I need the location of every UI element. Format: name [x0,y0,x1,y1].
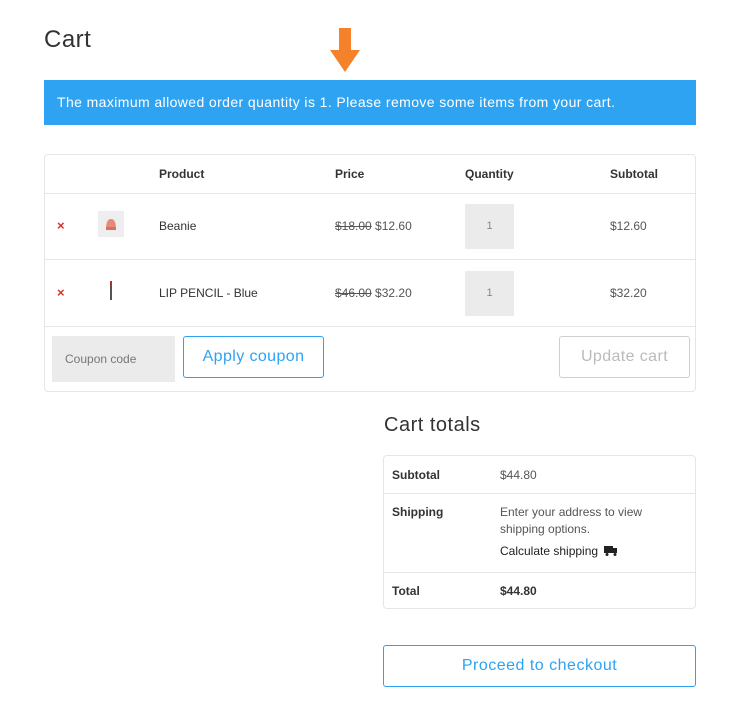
total-value: $44.80 [500,584,537,598]
subtotal-row: Subtotal $44.80 [384,456,695,494]
coupon-code-input[interactable]: Coupon code [52,336,175,382]
shipping-text: Enter your address to view shipping opti… [500,505,643,536]
page-title: Cart [44,26,92,53]
update-cart-button[interactable]: Update cart [559,336,690,378]
beanie-thumbnail[interactable] [98,211,124,237]
proceed-to-checkout-button[interactable]: Proceed to checkout [383,645,696,687]
regular-price: $18.00 [335,219,372,233]
lip-pencil-thumbnail[interactable] [98,278,124,304]
quantity-input[interactable]: 1 [465,271,514,316]
sale-price: $32.20 [375,286,412,300]
header-product: Product [159,167,205,181]
sale-price: $12.60 [375,219,412,233]
total-row: Total $44.80 [384,572,695,609]
item-subtotal: $32.20 [610,286,647,300]
shipping-label: Shipping [392,505,444,519]
arrow-down-icon [330,28,360,72]
truck-icon [604,546,618,556]
cart-totals-title: Cart totals [384,414,481,436]
apply-coupon-button[interactable]: Apply coupon [183,336,324,378]
table-row: × Beanie $18.00 $12.60 1 $12.60 [45,193,695,260]
header-quantity: Quantity [465,167,514,181]
header-subtotal: Subtotal [610,167,658,181]
product-name[interactable]: LIP PENCIL - Blue [159,286,258,300]
table-row: × LIP PENCIL - Blue $46.00 $32.20 1 $32.… [45,260,695,327]
product-price: $46.00 $32.20 [335,286,412,300]
remove-item-icon[interactable]: × [57,218,65,233]
cart-totals-table: Subtotal $44.80 Shipping Enter your addr… [383,455,696,609]
calculate-shipping-label: Calculate shipping [500,544,599,558]
item-subtotal: $12.60 [610,219,647,233]
product-name[interactable]: Beanie [159,219,196,233]
total-label: Total [392,584,420,598]
subtotal-value: $44.80 [500,468,537,482]
regular-price: $46.00 [335,286,372,300]
cart-table: Product Price Quantity Subtotal × Beanie… [44,154,696,392]
product-price: $18.00 $12.60 [335,219,412,233]
table-header: Product Price Quantity Subtotal [45,155,695,194]
calculate-shipping-link[interactable]: Calculate shipping [500,544,618,558]
quantity-input[interactable]: 1 [465,204,514,249]
subtotal-label: Subtotal [392,468,440,482]
shipping-row: Shipping Enter your address to view ship… [384,493,695,573]
error-notice: The maximum allowed order quantity is 1.… [44,80,696,125]
remove-item-icon[interactable]: × [57,285,65,300]
header-price: Price [335,167,365,181]
